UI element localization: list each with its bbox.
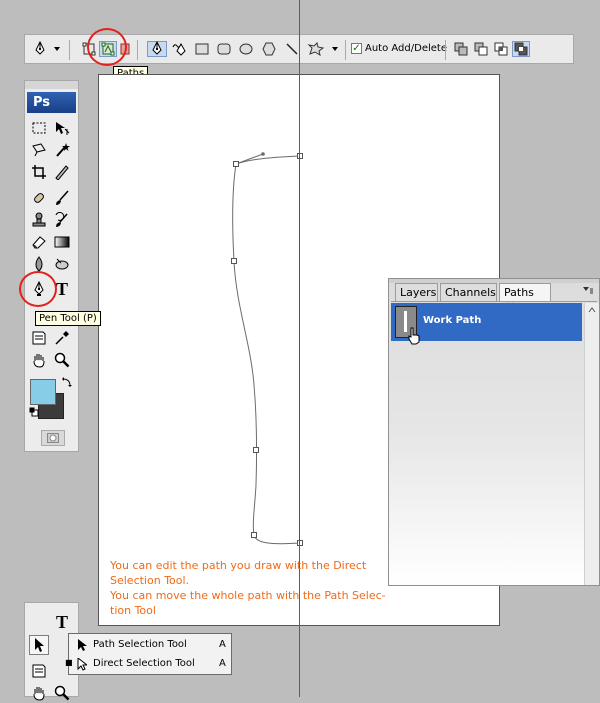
exclude-overlapping-shape-areas-icon[interactable] bbox=[512, 41, 530, 57]
tools-panel-grip[interactable] bbox=[25, 81, 78, 89]
auto-add-delete-checkbox[interactable]: ✓ bbox=[351, 43, 362, 54]
instruction-line: You can move the whole path with the Pat… bbox=[110, 589, 386, 602]
custom-shape-tool-icon[interactable] bbox=[305, 41, 327, 57]
pen-tool-tooltip: Pen Tool (P) bbox=[35, 311, 101, 326]
tools-panel: Ps T bbox=[24, 80, 79, 452]
paths-annotation-circle bbox=[87, 28, 127, 66]
healing-brush-tool-icon[interactable] bbox=[29, 188, 49, 208]
dodge-tool-icon[interactable] bbox=[52, 254, 72, 274]
foreground-color-swatch[interactable] bbox=[30, 379, 56, 405]
auto-add-delete-label: Auto Add/Delete bbox=[365, 43, 447, 54]
eyedropper-tool-icon[interactable] bbox=[52, 328, 72, 348]
move-tool-icon[interactable] bbox=[52, 118, 72, 138]
add-to-shape-area-icon[interactable] bbox=[452, 41, 470, 57]
rectangle-tool-icon[interactable] bbox=[193, 41, 211, 57]
swap-colors-icon[interactable] bbox=[61, 377, 72, 391]
history-brush-tool-icon[interactable] bbox=[52, 210, 72, 230]
pen-tool-icon[interactable] bbox=[147, 41, 167, 57]
zoom-tool-icon[interactable] bbox=[52, 683, 72, 703]
slice-tool-icon[interactable] bbox=[52, 162, 72, 182]
path-segment-highlight bbox=[299, 156, 300, 544]
vertical-scrollbar[interactable] bbox=[584, 303, 599, 585]
auto-add-delete-option[interactable]: ✓ Auto Add/Delete bbox=[351, 43, 447, 54]
separator bbox=[137, 40, 138, 60]
paths-panel: Layers Channels Paths × Work Path bbox=[388, 278, 600, 586]
separator bbox=[345, 40, 346, 60]
active-tool-marker: ■ bbox=[65, 658, 73, 667]
divider bbox=[391, 301, 597, 302]
instruction-text: You can edit the path you draw with the … bbox=[110, 558, 410, 618]
clone-stamp-tool-icon[interactable] bbox=[29, 210, 49, 230]
hand-cursor-icon bbox=[407, 327, 421, 348]
hand-tool-icon[interactable] bbox=[29, 683, 49, 703]
ellipse-tool-icon[interactable] bbox=[237, 41, 255, 57]
pen-tool-annotation-circle bbox=[19, 271, 57, 307]
tab-paths[interactable]: Paths × bbox=[499, 283, 551, 312]
subtract-from-shape-area-icon[interactable] bbox=[472, 41, 490, 57]
quick-mask-icon[interactable] bbox=[41, 430, 65, 446]
tab-layers[interactable]: Layers bbox=[395, 283, 438, 301]
preset-dropdown-arrow-icon[interactable] bbox=[52, 41, 62, 57]
default-colors-icon[interactable] bbox=[29, 407, 39, 420]
flyout-item-path-selection-tool[interactable]: Path Selection Tool A bbox=[69, 636, 231, 654]
flyout-item-shortcut: A bbox=[219, 658, 226, 669]
instruction-line: Selection Tool. bbox=[110, 574, 190, 587]
flyout-item-label: Direct Selection Tool bbox=[93, 658, 195, 669]
scroll-up-arrow-icon[interactable] bbox=[588, 307, 596, 313]
selection-tools-flyout: Path Selection Tool A ■ Direct Selection… bbox=[65, 633, 232, 675]
work-path-label: Work Path bbox=[423, 315, 482, 326]
magic-wand-tool-icon[interactable] bbox=[52, 140, 72, 160]
pen-tool-preset-icon[interactable] bbox=[29, 41, 51, 57]
separator bbox=[445, 40, 446, 60]
rounded-rectangle-tool-icon[interactable] bbox=[215, 41, 233, 57]
path-selection-tool-icon[interactable] bbox=[29, 635, 49, 655]
instruction-line: You can edit the path you draw with the … bbox=[110, 559, 367, 572]
photoshop-logo[interactable]: Ps bbox=[27, 92, 76, 113]
zoom-tool-icon[interactable] bbox=[52, 350, 72, 370]
lasso-tool-icon[interactable] bbox=[29, 140, 49, 160]
direct-selection-arrow-icon bbox=[77, 658, 87, 671]
brush-tool-icon[interactable] bbox=[52, 188, 72, 208]
type-tool-icon[interactable]: T bbox=[52, 612, 72, 632]
anchor-point[interactable] bbox=[233, 161, 239, 167]
flyout-item-label: Path Selection Tool bbox=[93, 639, 187, 650]
freeform-pen-tool-icon[interactable] bbox=[170, 41, 190, 57]
flyout-item-shortcut: A bbox=[219, 639, 226, 650]
separator bbox=[69, 40, 70, 60]
panel-menu-icon[interactable] bbox=[582, 284, 594, 299]
notes-tool-icon[interactable] bbox=[29, 661, 49, 681]
intersect-shape-areas-icon[interactable] bbox=[492, 41, 510, 57]
shape-dropdown-arrow-icon[interactable] bbox=[330, 41, 340, 57]
notes-tool-icon[interactable] bbox=[29, 328, 49, 348]
crop-tool-icon[interactable] bbox=[29, 162, 49, 182]
instruction-line: tion Tool bbox=[110, 604, 156, 617]
tab-channels[interactable]: Channels bbox=[440, 283, 497, 301]
marquee-tool-icon[interactable] bbox=[29, 118, 49, 138]
flyout-item-direct-selection-tool[interactable]: ■ Direct Selection Tool A bbox=[65, 655, 231, 673]
polygon-tool-icon[interactable] bbox=[260, 41, 278, 57]
anchor-point[interactable] bbox=[231, 258, 237, 264]
eraser-tool-icon[interactable] bbox=[29, 232, 49, 252]
anchor-point[interactable] bbox=[251, 532, 257, 538]
gradient-tool-icon[interactable] bbox=[52, 232, 72, 252]
direction-handle[interactable] bbox=[261, 152, 265, 156]
anchor-point[interactable] bbox=[253, 447, 259, 453]
path-selection-arrow-icon bbox=[78, 639, 87, 651]
hand-tool-icon[interactable] bbox=[29, 350, 49, 370]
